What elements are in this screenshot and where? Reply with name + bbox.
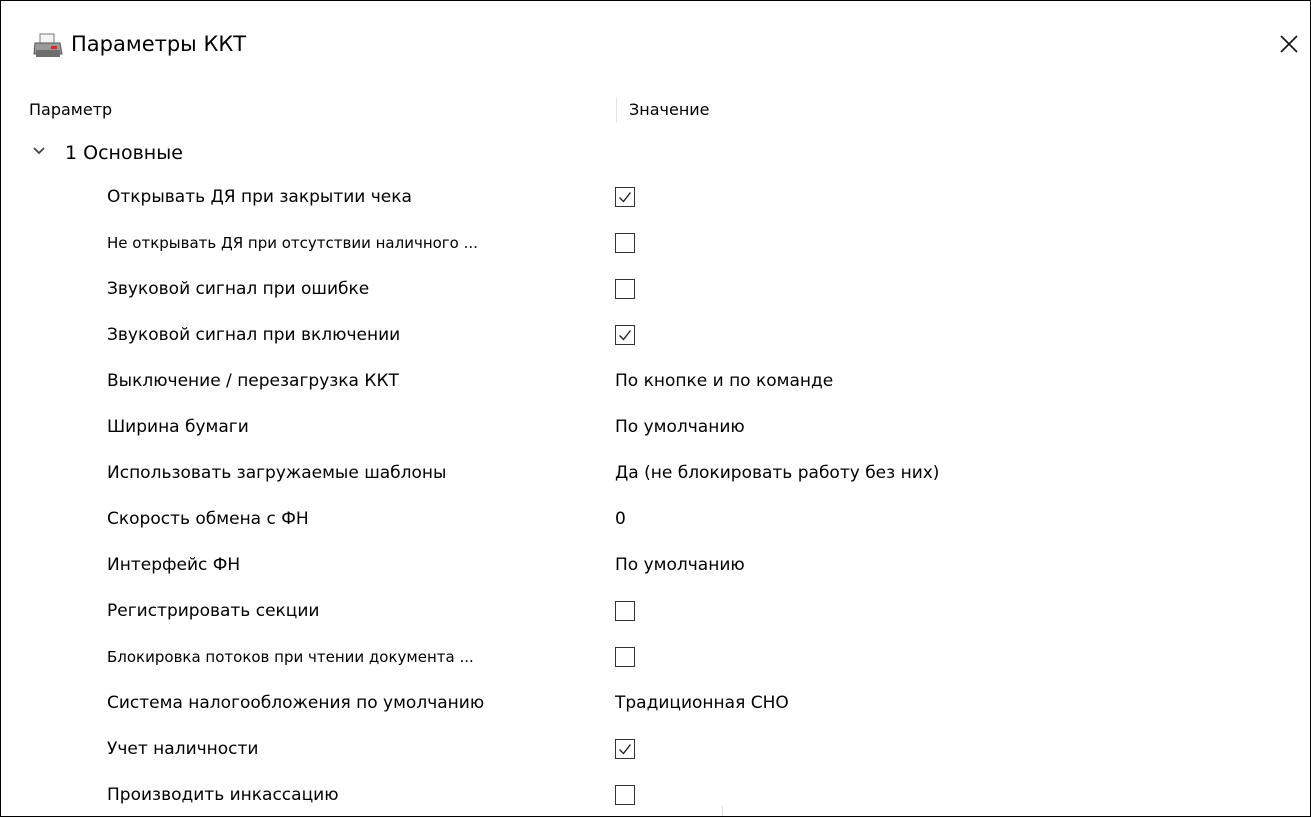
parameter-checkbox[interactable]: [615, 601, 635, 621]
parameter-row[interactable]: Использовать загружаемые шаблоны Да (не б…: [11, 450, 1308, 496]
parameter-row[interactable]: Производить инкассацию: [11, 772, 1308, 818]
parameter-row[interactable]: Скорость обмена с ФН 0: [11, 496, 1308, 542]
parameter-name: Производить инкассацию: [107, 785, 339, 805]
checkmark-icon: [619, 744, 632, 755]
close-icon[interactable]: [1272, 27, 1306, 61]
parameter-name: Звуковой сигнал при ошибке: [107, 279, 370, 299]
parameter-checkbox[interactable]: [615, 279, 635, 299]
parameter-value[interactable]: 0: [615, 496, 626, 542]
parameter-row[interactable]: Блокировка потоков при чтении документа …: [11, 634, 1308, 680]
parameter-name: Использовать загружаемые шаблоны: [107, 463, 447, 483]
parameter-row[interactable]: Не открывать ДЯ при отсутствии наличного…: [11, 220, 1308, 266]
parameter-row[interactable]: Звуковой сигнал при включении: [11, 312, 1308, 358]
checkmark-icon: [619, 192, 632, 203]
parameter-name: Регистрировать секции: [107, 601, 320, 621]
parameter-row[interactable]: Звуковой сигнал при ошибке: [11, 266, 1308, 312]
parameter-row[interactable]: Открывать ДЯ при закрытии чека: [11, 174, 1308, 220]
parameter-name: Выключение / перезагрузка ККТ: [107, 371, 399, 391]
parameter-list: Открывать ДЯ при закрытии чека Не открыва…: [11, 174, 1308, 818]
group-label: 1 Основные: [65, 142, 183, 164]
group-row[interactable]: 1 Основные: [11, 133, 711, 173]
parameter-name: Звуковой сигнал при включении: [107, 325, 401, 345]
parameter-name: Скорость обмена с ФН: [107, 509, 309, 529]
parameter-name: Учет наличности: [107, 739, 259, 759]
parameter-name: Не открывать ДЯ при отсутствии наличного…: [107, 234, 478, 252]
window-title: Параметры ККТ: [71, 32, 247, 56]
parameter-value[interactable]: По умолчанию: [615, 404, 745, 450]
printer-icon: [33, 33, 63, 57]
title-bar: Параметры ККТ: [1, 1, 1310, 93]
parameter-name: Система налогообложения по умолчанию: [107, 693, 485, 713]
column-header-param[interactable]: Параметр: [29, 93, 607, 127]
parameter-value[interactable]: Да (не блокировать работу без них): [615, 450, 939, 496]
parameter-checkbox[interactable]: [615, 647, 635, 667]
parameter-row[interactable]: Интерфейс ФН По умолчанию: [11, 542, 1308, 588]
parameter-row[interactable]: Система налогообложения по умолчанию Трад…: [11, 680, 1308, 726]
parameter-row[interactable]: Ширина бумаги По умолчанию: [11, 404, 1308, 450]
parameter-checkbox[interactable]: [615, 785, 635, 805]
parameter-checkbox[interactable]: [615, 325, 635, 345]
chevron-down-icon[interactable]: [31, 143, 47, 159]
parameter-name: Интерфейс ФН: [107, 555, 241, 575]
parameter-checkbox[interactable]: [615, 233, 635, 253]
grid-line: [722, 806, 723, 816]
parameter-name: Открывать ДЯ при закрытии чека: [107, 187, 412, 207]
parameter-name: Блокировка потоков при чтении документа …: [107, 648, 474, 666]
parameter-name: Ширина бумаги: [107, 417, 249, 437]
parameter-value[interactable]: Традиционная СНО: [615, 680, 789, 726]
parameter-value[interactable]: По кнопке и по команде: [615, 358, 833, 404]
parameter-value[interactable]: По умолчанию: [615, 542, 745, 588]
kkt-params-window: Параметры ККТ Параметр Значение 1 Основн…: [0, 0, 1311, 817]
parameter-row[interactable]: Учет наличности: [11, 726, 1308, 772]
parameter-row[interactable]: Регистрировать секции: [11, 588, 1308, 634]
parameter-checkbox[interactable]: [615, 739, 635, 759]
parameter-checkbox[interactable]: [615, 187, 635, 207]
column-header-value[interactable]: Значение: [611, 93, 929, 127]
column-header: Параметр Значение: [11, 93, 1308, 127]
checkmark-icon: [619, 330, 632, 341]
parameter-row[interactable]: Выключение / перезагрузка ККТ По кнопке и…: [11, 358, 1308, 404]
